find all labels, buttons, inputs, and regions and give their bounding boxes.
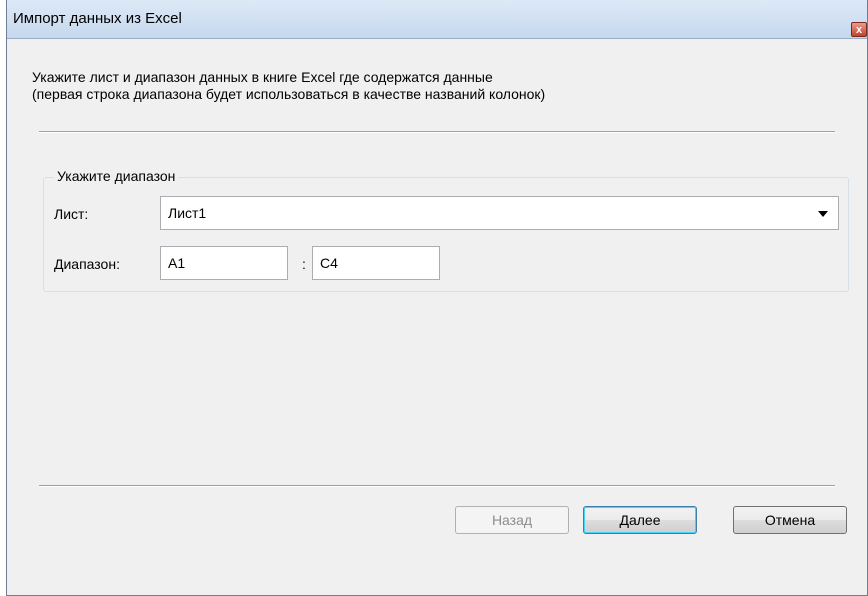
- range-groupbox: Укажите диапазон Лист: Лист1 Диапазон: A…: [43, 168, 849, 292]
- sheet-label: Лист:: [54, 206, 89, 222]
- range-from-input[interactable]: A1: [160, 246, 288, 280]
- instruction-line-2: (первая строка диапазона будет использов…: [32, 86, 546, 102]
- bottom-separator: [39, 485, 835, 487]
- window-title: Импорт данных из Excel: [13, 10, 182, 27]
- range-label: Диапазон:: [54, 256, 120, 272]
- next-button[interactable]: Далее: [583, 506, 697, 534]
- range-to-input[interactable]: C4: [312, 246, 440, 280]
- dialog-content: Укажите лист и диапазон данных в книге E…: [7, 39, 867, 595]
- title-bar[interactable]: Импорт данных из Excel x: [7, 0, 867, 39]
- instructions: Укажите лист и диапазон данных в книге E…: [32, 69, 545, 103]
- top-separator: [39, 131, 835, 133]
- sheet-combobox-value: Лист1: [168, 205, 207, 221]
- range-group-legend: Укажите диапазон: [54, 168, 179, 184]
- back-button[interactable]: Назад: [455, 506, 569, 534]
- cancel-button[interactable]: Отмена: [733, 506, 847, 534]
- sheet-combobox[interactable]: Лист1: [160, 196, 839, 230]
- instruction-line-1: Укажите лист и диапазон данных в книге E…: [32, 69, 493, 85]
- import-dialog: Импорт данных из Excel x Укажите лист и …: [6, 0, 868, 596]
- range-separator: :: [302, 256, 306, 272]
- close-icon[interactable]: x: [851, 22, 867, 37]
- dropdown-arrow-icon[interactable]: [818, 211, 828, 217]
